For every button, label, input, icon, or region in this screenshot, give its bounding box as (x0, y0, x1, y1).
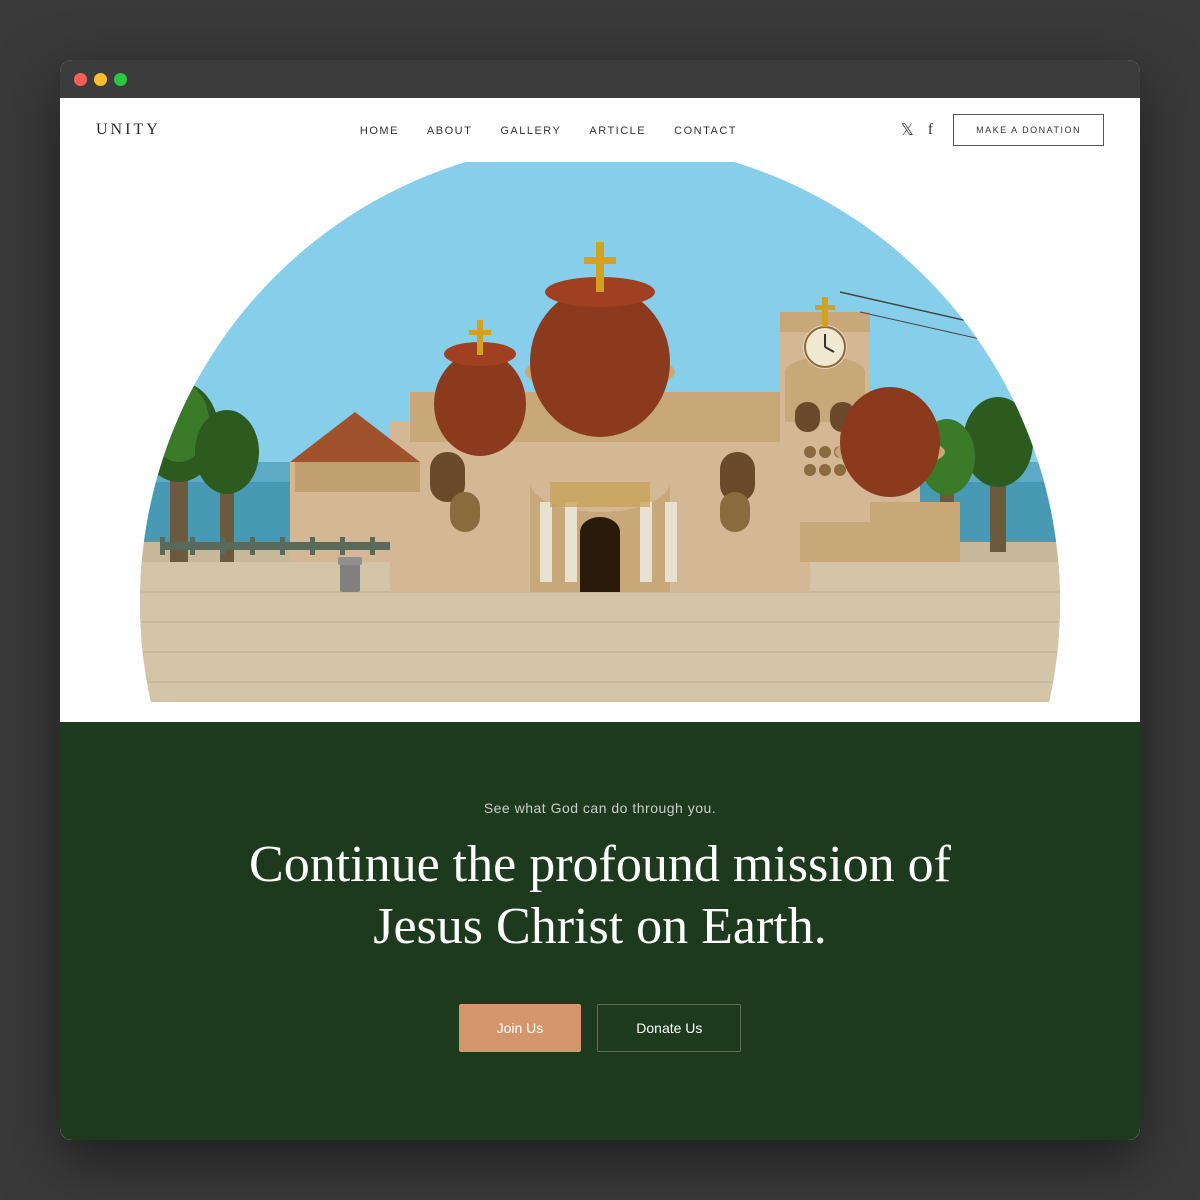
nav-article[interactable]: ARTICLE (589, 125, 646, 137)
nav-links: HOME ABOUT GALLERY ARTICLE CONTACT (360, 121, 737, 139)
hero-image-container (60, 162, 1140, 722)
cta-buttons: Join Us Donate Us (459, 1004, 742, 1052)
heading-line2: Jesus Christ on Earth. (373, 898, 827, 955)
main-heading: Continue the profound mission of Jesus C… (249, 834, 951, 959)
maximize-dot[interactable] (114, 73, 127, 86)
nav-contact[interactable]: CONTACT (674, 125, 737, 137)
browser-chrome (60, 60, 1140, 98)
nav-about[interactable]: ABOUT (427, 125, 472, 137)
nav-gallery[interactable]: GALLERY (500, 125, 561, 137)
tagline-text: See what God can do through you. (484, 800, 716, 816)
site-logo[interactable]: UNITY (96, 121, 196, 139)
minimize-dot[interactable] (94, 73, 107, 86)
twitter-icon[interactable]: 𝕏 (901, 120, 914, 140)
hero-circle-mask (140, 162, 1060, 722)
heading-line1: Continue the profound mission of (249, 836, 951, 893)
close-dot[interactable] (74, 73, 87, 86)
dark-section: See what God can do through you. Continu… (60, 722, 1140, 1140)
make-donation-button[interactable]: MAKE A DONATION (953, 114, 1104, 146)
browser-window: UNITY HOME ABOUT GALLERY ARTICLE CONTACT… (60, 60, 1140, 1140)
church-illustration (140, 162, 1060, 702)
donate-us-button[interactable]: Donate Us (597, 1004, 741, 1052)
nav-social: 𝕏 f (901, 120, 933, 140)
browser-content: UNITY HOME ABOUT GALLERY ARTICLE CONTACT… (60, 98, 1140, 1140)
join-us-button[interactable]: Join Us (459, 1004, 582, 1052)
hero-section: See what God can do through you. Continu… (60, 162, 1140, 1140)
nav-home[interactable]: HOME (360, 125, 399, 137)
navbar: UNITY HOME ABOUT GALLERY ARTICLE CONTACT… (60, 98, 1140, 162)
facebook-icon[interactable]: f (928, 121, 933, 139)
